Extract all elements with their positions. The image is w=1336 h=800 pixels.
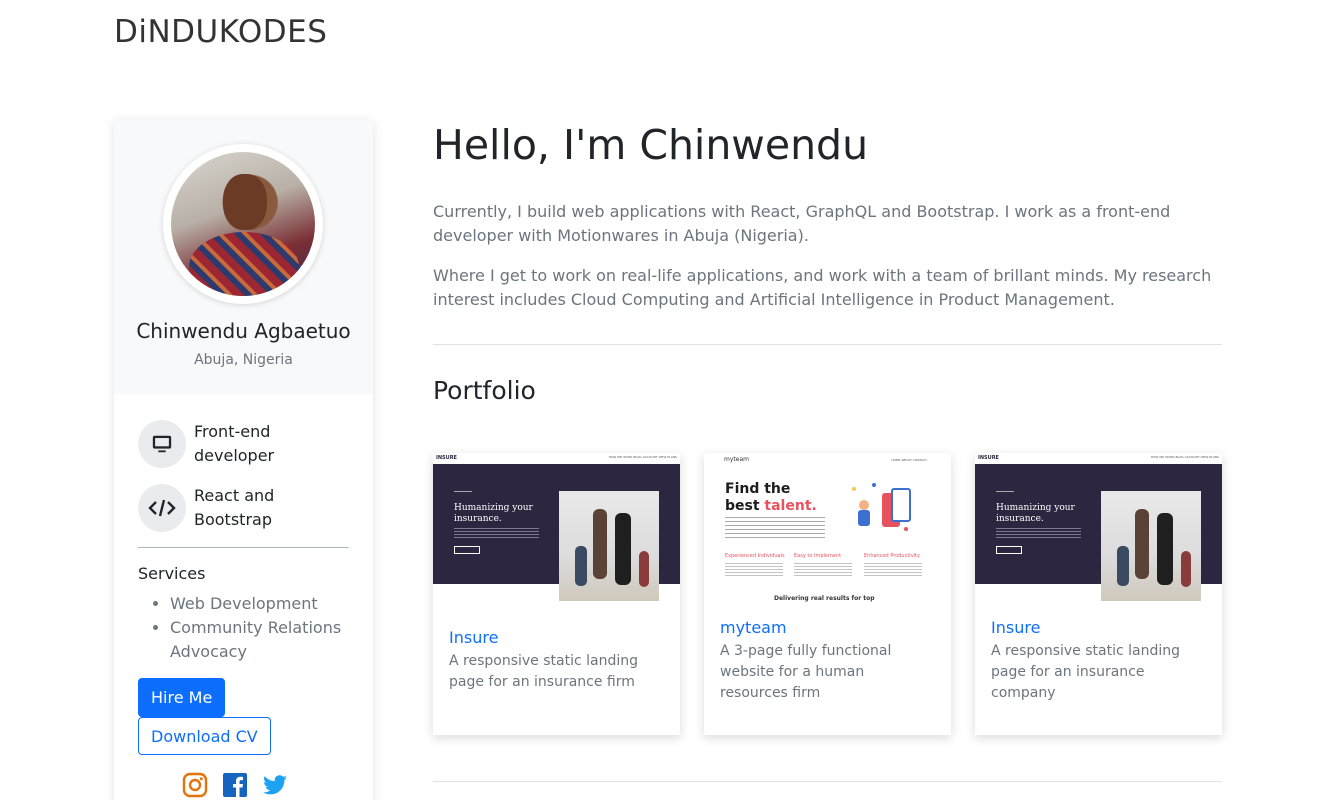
- monitor-icon: [138, 420, 186, 468]
- profile-header: Chinwendu Agbaetuo Abuja, Nigeria: [114, 120, 373, 394]
- profile-name: Chinwendu Agbaetuo: [136, 319, 351, 343]
- services-title: Services: [138, 564, 206, 583]
- intro-paragraph: Currently, I build web applications with…: [433, 202, 1171, 245]
- portfolio-card-insure[interactable]: INSURE HOW WE WORK BLOG ACCOUNT VIEW PLA…: [433, 453, 680, 735]
- facebook-icon[interactable]: [222, 772, 248, 798]
- services-list: Web Development Community Relations Advo…: [170, 592, 360, 664]
- profile-location: Abuja, Nigeria: [194, 352, 293, 368]
- section-divider: [433, 344, 1222, 345]
- portfolio-card-insure-2[interactable]: INSURE HOW WE WORK BLOG ACCOUNT VIEW PLA…: [975, 453, 1222, 735]
- section-divider: [433, 781, 1222, 782]
- portfolio-title: Portfolio: [433, 376, 536, 405]
- sidebar-divider: [138, 547, 349, 548]
- instagram-icon[interactable]: [182, 772, 208, 798]
- download-cv-button[interactable]: Download CV: [138, 717, 271, 755]
- card-title-link[interactable]: Insure: [991, 618, 1040, 637]
- skill-react: React and Bootstrap: [138, 484, 304, 532]
- intro-paragraph: Where I get to work on real-life applica…: [433, 266, 1212, 309]
- portfolio-card-myteam[interactable]: myteam HOME ABOUT CONTACT Find the best …: [704, 453, 951, 735]
- avatar: [171, 152, 315, 296]
- list-item: Community Relations Advocacy: [170, 616, 360, 664]
- avatar-frame: [163, 144, 323, 304]
- skill-label: Front-end developer: [194, 422, 275, 465]
- card-description: A responsive static landing page for an …: [449, 653, 639, 690]
- project-thumbnail[interactable]: INSURE HOW WE WORK BLOG ACCOUNT VIEW PLA…: [975, 453, 1222, 603]
- project-thumbnail[interactable]: INSURE HOW WE WORK BLOG ACCOUNT VIEW PLA…: [433, 453, 680, 603]
- card-description: A 3-page fully functional website for a …: [720, 643, 892, 701]
- card-description: A responsive static landing page for an …: [991, 643, 1181, 701]
- social-links: [182, 772, 288, 798]
- project-thumbnail[interactable]: myteam HOME ABOUT CONTACT Find the best …: [704, 453, 951, 603]
- profile-sidebar: Chinwendu Agbaetuo Abuja, Nigeria Front-…: [114, 120, 373, 800]
- card-title-link[interactable]: myteam: [720, 618, 787, 637]
- hire-me-button[interactable]: Hire Me: [138, 678, 226, 717]
- skill-frontend: Front-end developer: [138, 420, 304, 468]
- hero-title: Hello, I'm Chinwendu: [433, 121, 869, 169]
- code-icon: [138, 484, 186, 532]
- skill-label: React and Bootstrap: [194, 486, 275, 529]
- brand-logo[interactable]: DiNDUKODES: [114, 14, 327, 50]
- card-title-link[interactable]: Insure: [449, 628, 498, 647]
- twitter-icon[interactable]: [262, 772, 288, 798]
- list-item: Web Development: [170, 592, 360, 616]
